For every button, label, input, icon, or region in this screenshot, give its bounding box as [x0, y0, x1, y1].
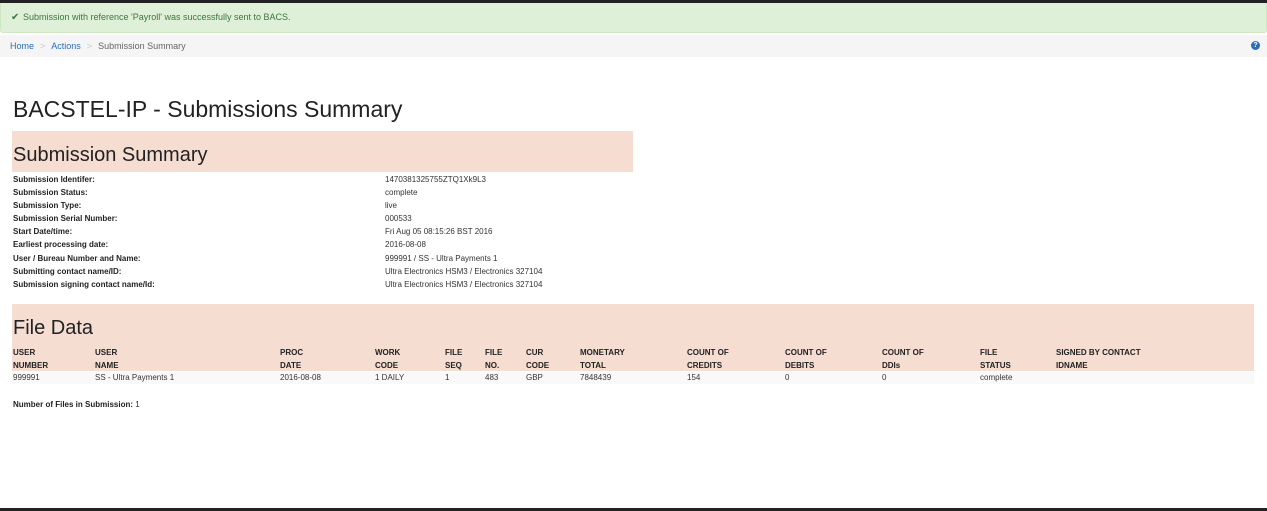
- breadcrumb: Home > Actions > Submission Summary ?: [0, 35, 1267, 57]
- cell-file-status: complete: [980, 373, 1013, 382]
- cell-count-of-credits: 154: [687, 373, 701, 382]
- summary-value: complete: [385, 188, 418, 197]
- summary-value: Fri Aug 05 08:15:26 BST 2016: [385, 227, 493, 236]
- cell-file-seq: 1: [445, 373, 450, 382]
- column-header-file-no: FILE NO.: [485, 348, 503, 370]
- breadcrumb-current: Submission Summary: [98, 41, 186, 51]
- summary-value: Ultra Electronics HSM3 / Electronics 327…: [385, 267, 543, 276]
- page-title: BACSTEL-IP - Submissions Summary: [13, 96, 403, 122]
- alert-message: Submission with reference 'Payroll' was …: [23, 12, 291, 22]
- cell-proc-date: 2016-08-08: [280, 373, 321, 382]
- column-header-signed-by-contact: SIGNED BY CONTACT IDNAME: [1056, 348, 1141, 370]
- breadcrumb-separator: >: [86, 41, 93, 51]
- table-row: [12, 372, 1254, 384]
- column-header-count-of-debits: COUNT OF DEBITS: [785, 348, 827, 370]
- summary-value: Ultra Electronics HSM3 / Electronics 327…: [385, 280, 543, 289]
- column-header-count-of-credits: COUNT OF CREDITS: [687, 348, 729, 370]
- cell-file-no: 483: [485, 373, 499, 382]
- summary-value: 000533: [385, 214, 412, 223]
- cell-cur-code: GBP: [526, 373, 543, 382]
- success-alert: ✔ Submission with reference 'Payroll' wa…: [0, 3, 1267, 33]
- summary-label: Submission signing contact name/Id:: [13, 280, 155, 289]
- cell-user-name: SS - Ultra Payments 1: [95, 373, 175, 382]
- column-header-cur-code: CUR CODE: [526, 348, 550, 370]
- cell-user-number: 999991: [13, 373, 40, 382]
- column-header-proc-date: PROC DATE: [280, 348, 304, 370]
- summary-value: 999991 / SS - Ultra Payments 1: [385, 254, 498, 263]
- cell-work-code: 1 DAILY: [375, 373, 405, 382]
- column-header-work-code: WORK CODE: [375, 348, 401, 370]
- files-count-value: 1: [135, 400, 140, 409]
- summary-label: Submitting contact name/ID:: [13, 267, 122, 276]
- column-header-file-seq: FILE SEQ: [445, 348, 463, 370]
- column-header-user-number: USER NUMBER: [13, 348, 49, 370]
- summary-label: User / Bureau Number and Name:: [13, 254, 141, 263]
- file-data-heading: File Data: [13, 317, 94, 339]
- summary-value: 1470381325755ZTQ1Xk9L3: [385, 175, 486, 184]
- breadcrumb-home-link[interactable]: Home: [10, 41, 34, 51]
- summary-label: Submission Type:: [13, 201, 82, 210]
- column-header-count-of-ddis: COUNT OF DDIs: [882, 348, 924, 370]
- column-header-monetary-total: MONETARY TOTAL: [580, 348, 625, 370]
- check-icon: ✔: [11, 12, 20, 23]
- summary-value: 2016-08-08: [385, 240, 426, 249]
- files-count: Number of Files in Submission: 1: [13, 399, 140, 411]
- question-circle-icon[interactable]: ?: [1251, 41, 1260, 50]
- submission-summary-heading: Submission Summary: [13, 144, 208, 166]
- summary-label: Submission Identifer:: [13, 175, 95, 184]
- breadcrumb-separator: >: [40, 41, 46, 51]
- summary-label: Submission Serial Number:: [13, 214, 118, 223]
- files-count-label: Number of Files in Submission:: [13, 400, 134, 409]
- summary-label: Start Date/time:: [13, 227, 73, 236]
- summary-value: live: [385, 201, 398, 210]
- cell-count-of-ddis: 0: [882, 373, 887, 382]
- cell-monetary-total: 7848439: [580, 373, 612, 382]
- summary-label: Submission Status:: [13, 188, 88, 197]
- cell-count-of-debits: 0: [785, 373, 790, 382]
- column-header-file-status: FILE STATUS: [980, 348, 1011, 370]
- submission-summary-header: Submission Summary: [12, 131, 633, 172]
- column-header-user-name: USER NAME: [95, 348, 119, 370]
- summary-label: Earliest processing date:: [13, 240, 109, 249]
- breadcrumb-actions-link[interactable]: Actions: [51, 41, 81, 51]
